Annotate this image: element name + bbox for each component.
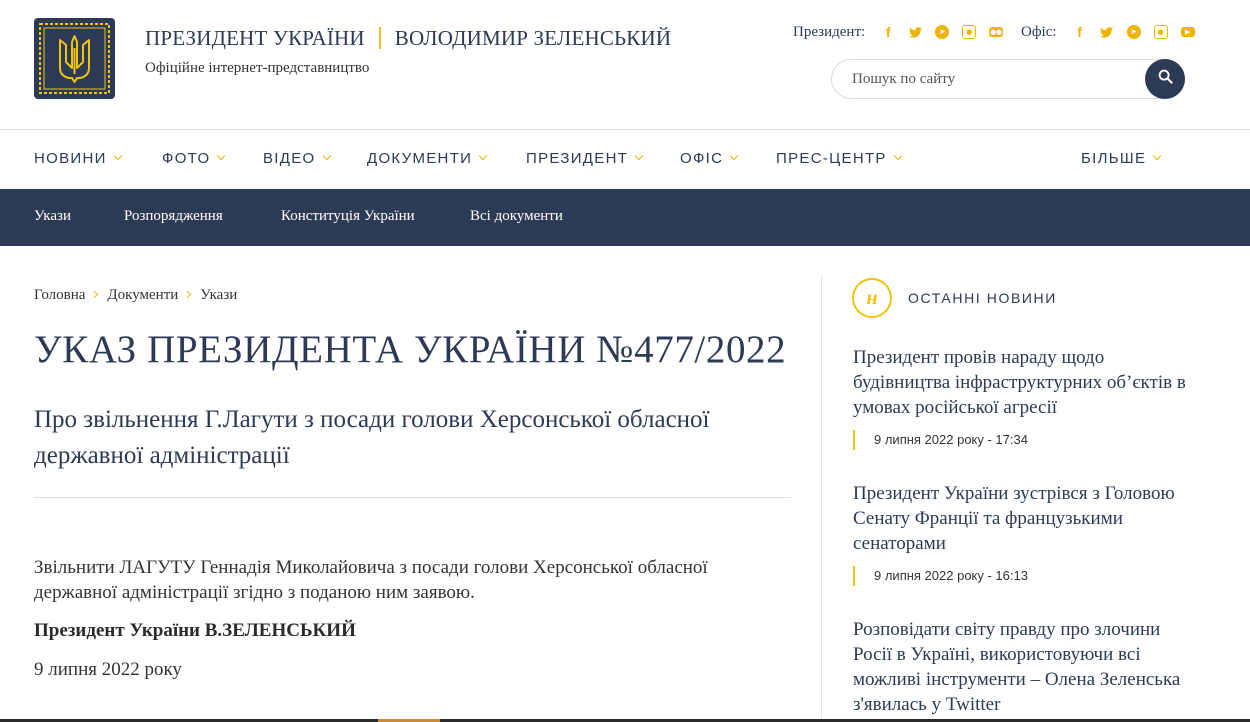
chevron-down-icon (217, 151, 226, 161)
nav-photo-label: ФОТО (162, 150, 211, 167)
twitter-icon[interactable] (908, 25, 922, 39)
news-item: Президент України зустрівся з Головою Се… (853, 481, 1193, 586)
instagram-icon[interactable]: ● (962, 25, 977, 39)
site-search (831, 59, 1185, 99)
chevron-down-icon (1153, 151, 1162, 161)
facebook-icon[interactable]: f (881, 25, 895, 39)
office-social-links: Офіс: f ➤ ● ▶ (1021, 22, 1195, 42)
search-icon (1158, 69, 1173, 89)
page-title: УКАЗ ПРЕЗИДЕНТА УКРАЇНИ №477/2022 (34, 328, 787, 371)
document-body: Звільнити ЛАГУТУ Геннадія Миколайовича з… (34, 557, 708, 603)
nav-news-label: НОВИНИ (34, 150, 107, 167)
president-social-label: Президент: (793, 23, 866, 40)
breadcrumb-home[interactable]: Головна (34, 287, 85, 303)
chevron-down-icon (322, 151, 331, 161)
site-subtitle: Офіційне інтернет-представництво (145, 60, 370, 76)
divider (34, 497, 791, 498)
chevron-down-icon (730, 151, 739, 161)
nav-documents[interactable]: ДОКУМЕНТИ (367, 150, 488, 167)
site-title[interactable]: ПРЕЗИДЕНТ УКРАЇНИ ВОЛОДИМИР ЗЕЛЕНСЬКИЙ (145, 26, 671, 51)
nav-video-label: ВІДЕО (263, 150, 316, 167)
news-item-date: 9 липня 2022 року - 17:34 (853, 430, 1193, 450)
latest-news-heading: ОСТАННІ НОВИНИ (908, 290, 1057, 306)
nav-press-center-label: ПРЕС-ЦЕНТР (776, 150, 887, 167)
search-input[interactable] (852, 69, 1132, 89)
chevron-down-icon (113, 151, 122, 161)
main-nav: НОВИНИ ФОТО ВІДЕО ДОКУМЕНТИ ПРЕЗИДЕНТ ОФ… (0, 130, 1250, 189)
title-separator (378, 27, 381, 49)
youtube-icon[interactable]: ▶ (1180, 27, 1195, 37)
column-divider (821, 276, 822, 722)
flickr-icon[interactable]: ●● (989, 27, 1004, 37)
news-item-title[interactable]: Президент провів нараду щодо будівництва… (853, 345, 1193, 420)
breadcrumb: Головна Документи Укази (34, 287, 237, 304)
instagram-icon[interactable]: ● (1153, 25, 1168, 39)
nav-documents-label: ДОКУМЕНТИ (367, 150, 473, 167)
subnav-orders[interactable]: Розпорядження (124, 208, 223, 225)
president-social-links: Президент: f ➤ ● ●● (793, 22, 1004, 42)
subnav-decrees[interactable]: Укази (34, 208, 71, 225)
subnav-constitution[interactable]: Конституція України (281, 208, 415, 225)
nav-office-label: ОФІС (680, 150, 724, 167)
subnav-all-documents[interactable]: Всі документи (470, 208, 563, 225)
site-header: ПРЕЗИДЕНТ УКРАЇНИ ВОЛОДИМИР ЗЕЛЕНСЬКИЙ Оф… (0, 0, 1250, 130)
nav-video[interactable]: ВІДЕО (263, 150, 331, 167)
breadcrumb-documents[interactable]: Документи (107, 287, 178, 303)
nav-president-label: ПРЕЗИДЕНТ (526, 150, 629, 167)
chevron-right-icon (184, 290, 192, 299)
documents-subnav: Укази Розпорядження Конституція України … (0, 189, 1250, 246)
news-item: Президент провів нараду щодо будівництва… (853, 345, 1193, 450)
nav-photo[interactable]: ФОТО (162, 150, 226, 167)
site-title-president: ПРЕЗИДЕНТ УКРАЇНИ (145, 26, 365, 50)
facebook-icon[interactable]: f (1073, 25, 1087, 39)
chevron-down-icon (479, 151, 488, 161)
telegram-icon[interactable]: ➤ (935, 25, 950, 39)
nav-news[interactable]: НОВИНИ (34, 150, 122, 167)
chevron-right-icon (91, 290, 99, 299)
nav-more[interactable]: БІЛЬШЕ (1081, 150, 1162, 167)
news-item-date: 9 липня 2022 року - 16:13 (853, 566, 1193, 586)
office-social-label: Офіс: (1021, 23, 1057, 40)
nav-office[interactable]: ОФІС (680, 150, 739, 167)
news-item-title[interactable]: Розповідати світу правду про злочини Рос… (853, 617, 1193, 717)
chevron-down-icon (893, 151, 902, 161)
nav-press-center[interactable]: ПРЕС-ЦЕНТР (776, 150, 902, 167)
telegram-icon[interactable]: ➤ (1126, 25, 1141, 39)
search-button[interactable] (1145, 59, 1185, 99)
nav-more-label: БІЛЬШЕ (1081, 150, 1147, 167)
news-badge-icon: н (852, 278, 892, 318)
news-item: Розповідати світу правду про злочини Рос… (853, 617, 1193, 717)
trident-logo[interactable] (34, 18, 115, 99)
news-item-title[interactable]: Президент України зустрівся з Головою Се… (853, 481, 1193, 556)
document-date: 9 липня 2022 року (34, 659, 182, 680)
breadcrumb-decrees[interactable]: Укази (200, 287, 237, 303)
document-signature: Президент України В.ЗЕЛЕНСЬКИЙ (34, 620, 356, 641)
twitter-icon[interactable] (1100, 25, 1114, 39)
document-subtitle: Про звільнення Г.Лагути з посади голови … (34, 406, 710, 469)
chevron-down-icon (634, 151, 644, 161)
site-title-name: ВОЛОДИМИР ЗЕЛЕНСЬКИЙ (394, 26, 672, 50)
nav-president[interactable]: ПРЕЗИДЕНТ (526, 150, 644, 167)
